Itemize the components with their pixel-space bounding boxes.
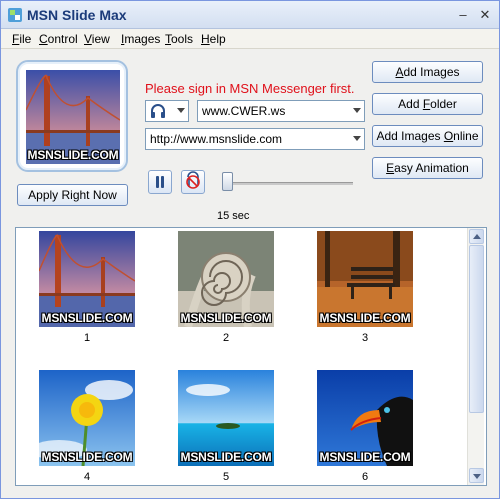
thumb-number: 5 [222,471,230,483]
pause-button[interactable] [148,170,172,194]
minimize-button[interactable]: – [455,7,471,23]
status-text-value: www.CWER.ws [202,104,286,118]
gallery-image-3[interactable]: MSNSLIDE.COM [317,231,413,327]
add-images-online-label-pre: Add Images [376,129,444,143]
menu-bar: File Control View Images Tools Help [1,29,499,49]
thumb-number: 3 [361,332,369,344]
thumb-watermark: MSNSLIDE.COM [319,450,411,464]
add-images-online-button[interactable]: Add Images Online [372,125,483,147]
pause-icon [156,176,164,188]
chevron-down-icon [473,474,481,479]
thumb-watermark: MSNSLIDE.COM [41,311,133,325]
menu-view[interactable]: View [84,32,110,46]
gallery-image-5[interactable]: MSNSLIDE.COM [178,370,274,466]
thumb-number: 6 [361,471,369,483]
menu-file[interactable]: File [12,32,31,46]
sign-in-warning: Please sign in MSN Messenger first. [145,81,355,96]
add-folder-label-pre: Add [398,97,423,111]
chevron-down-icon [353,136,361,141]
preview-watermark: MSNSLIDE.COM [27,148,119,162]
preview-frame: MSNSLIDE.COM [16,60,128,172]
status-text-combo[interactable]: www.CWER.ws [197,100,365,122]
add-images-label-post: dd Images [403,65,460,79]
interval-label: 15 sec [217,210,250,222]
gallery-image-1[interactable]: MSNSLIDE.COM [39,231,135,327]
menu-images[interactable]: Images [121,32,160,46]
easy-animation-button[interactable]: Easy Animation [372,157,483,179]
url-combo[interactable]: http://www.msnslide.com [145,128,365,150]
thumb-number: 4 [83,471,91,483]
interval-slider-track[interactable] [223,182,353,185]
menu-control[interactable]: Control [39,32,78,46]
thumb-number: 1 [83,332,91,344]
scroll-thumb[interactable] [469,245,484,413]
url-value: http://www.msnslide.com [150,132,283,146]
apply-right-now-button[interactable]: Apply Right Now [17,184,128,206]
thumb-watermark: MSNSLIDE.COM [180,311,272,325]
gallery-image-2[interactable]: MSNSLIDE.COM [178,231,274,327]
thumb-watermark: MSNSLIDE.COM [180,450,272,464]
preview-image: MSNSLIDE.COM [25,70,121,164]
add-images-button[interactable]: Add Images [372,61,483,83]
title-bar: MSN Slide Max – ✕ [1,1,499,29]
interval-slider-thumb[interactable] [222,172,233,191]
stop-icon [186,171,200,189]
thumb-watermark: MSNSLIDE.COM [41,450,133,464]
add-folder-button[interactable]: Add Folder [372,93,483,115]
chevron-down-icon [177,108,185,113]
thumb-number: 2 [222,332,230,344]
thumb-watermark: MSNSLIDE.COM [319,311,411,325]
image-gallery[interactable]: MSNSLIDE.COM 1 MSNSLIDE.COM 2 MSNSLIDE.C… [15,227,487,486]
menu-tools[interactable]: Tools [165,32,193,46]
scroll-up-button[interactable] [469,229,484,244]
easy-animation-label-hotkey: E [386,161,395,175]
gallery-scrollbar[interactable] [467,228,484,485]
window-title: MSN Slide Max [27,7,127,23]
chevron-down-icon [353,108,361,113]
headphones-icon [151,104,165,118]
gallery-image-6[interactable]: MSNSLIDE.COM [317,370,413,466]
app-icon [8,8,22,22]
close-button[interactable]: ✕ [477,7,493,23]
easy-animation-label-post: asy Animation [394,161,469,175]
stop-button[interactable] [181,170,205,194]
app-window: MSN Slide Max – ✕ File Control View Imag… [0,0,500,499]
add-folder-label-post: older [430,97,457,111]
gallery-image-4[interactable]: MSNSLIDE.COM [39,370,135,466]
chevron-up-icon [473,234,481,239]
status-icon-dropdown[interactable] [145,100,189,122]
menu-help[interactable]: Help [201,32,226,46]
add-images-online-label-hotkey: O [443,129,454,143]
add-images-online-label-post: nline [453,129,479,143]
scroll-down-button[interactable] [469,468,484,483]
